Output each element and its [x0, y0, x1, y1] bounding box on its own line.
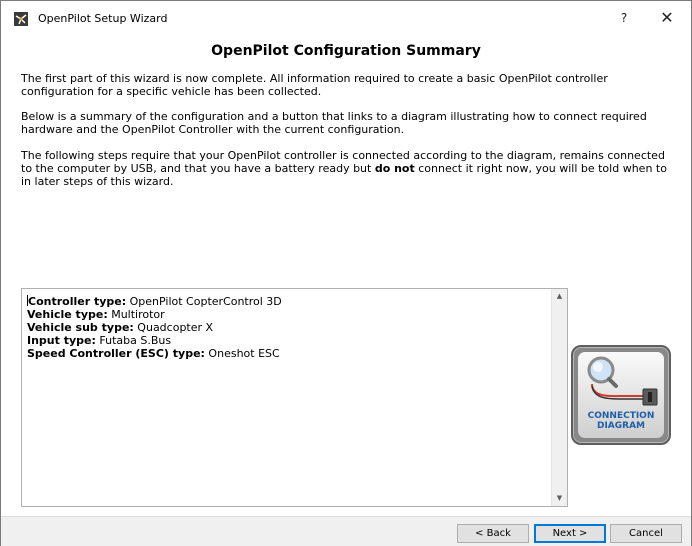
intro-paragraph: The first part of this wizard is now com… [21, 72, 608, 98]
connection-diagram-face: CONNECTION DIAGRAM [578, 352, 664, 438]
cancel-button[interactable]: Cancel [610, 524, 682, 543]
summary-label: Input type: [27, 334, 96, 347]
button-bar: < Back Next > Cancel [1, 516, 691, 546]
summary-label: Speed Controller (ESC) type: [27, 347, 205, 360]
page-title: OpenPilot Configuration Summary [211, 43, 481, 59]
summary-line-input-type: Input type: Futaba S.Bus [27, 334, 282, 347]
connection-instructions-paragraph: The following steps require that your Op… [21, 149, 677, 188]
window-title: OpenPilot Setup Wizard [38, 12, 168, 25]
summary-line-vehicle-type: Vehicle type: Multirotor [27, 308, 282, 321]
summary-lines: Controller type: OpenPilot CopterControl… [27, 295, 282, 360]
connection-diagram-button[interactable]: CONNECTION DIAGRAM [571, 345, 671, 445]
summary-line-controller: Controller type: OpenPilot CopterControl… [27, 295, 282, 308]
magnifier-cable-icon [587, 356, 658, 406]
instructions-emphasis: do not [374, 162, 415, 175]
summary-value: Oneshot ESC [204, 347, 280, 360]
summary-value: OpenPilot CopterControl 3D [126, 295, 282, 308]
wizard-page: OpenPilot Configuration Summary The firs… [1, 32, 691, 516]
summary-value: Quadcopter X [133, 321, 214, 334]
close-button[interactable]: ✕ [652, 7, 682, 29]
summary-value: Futaba S.Bus [95, 334, 172, 347]
app-icon [14, 12, 28, 26]
configuration-summary-textbox[interactable]: Controller type: OpenPilot CopterControl… [21, 288, 568, 507]
diagram-label-line2: DIAGRAM [596, 421, 646, 431]
next-button[interactable]: Next > [534, 524, 606, 543]
summary-description-paragraph: Below is a summary of the configuration … [21, 110, 647, 136]
summary-value: Multirotor [107, 308, 165, 321]
title-bar: OpenPilot Setup Wizard ? ✕ [1, 1, 691, 32]
scroll-down-arrow-icon[interactable]: ▼ [552, 491, 567, 506]
diagram-label-line1: CONNECTION [587, 411, 655, 421]
summary-line-esc-type: Speed Controller (ESC) type: Oneshot ESC [27, 347, 282, 360]
summary-label: Controller type: [28, 295, 127, 308]
summary-label: Vehicle type: [27, 308, 108, 321]
vertical-scrollbar[interactable]: ▲ ▼ [551, 289, 567, 506]
scroll-up-arrow-icon[interactable]: ▲ [552, 289, 567, 304]
wizard-window: OpenPilot Setup Wizard ? ✕ OpenPilot Con… [0, 0, 692, 546]
summary-label: Vehicle sub type: [27, 321, 134, 334]
connection-diagram-label: CONNECTION DIAGRAM [578, 411, 664, 431]
summary-line-vehicle-subtype: Vehicle sub type: Quadcopter X [27, 321, 282, 334]
back-button[interactable]: < Back [457, 524, 529, 543]
help-button[interactable]: ? [609, 7, 639, 29]
